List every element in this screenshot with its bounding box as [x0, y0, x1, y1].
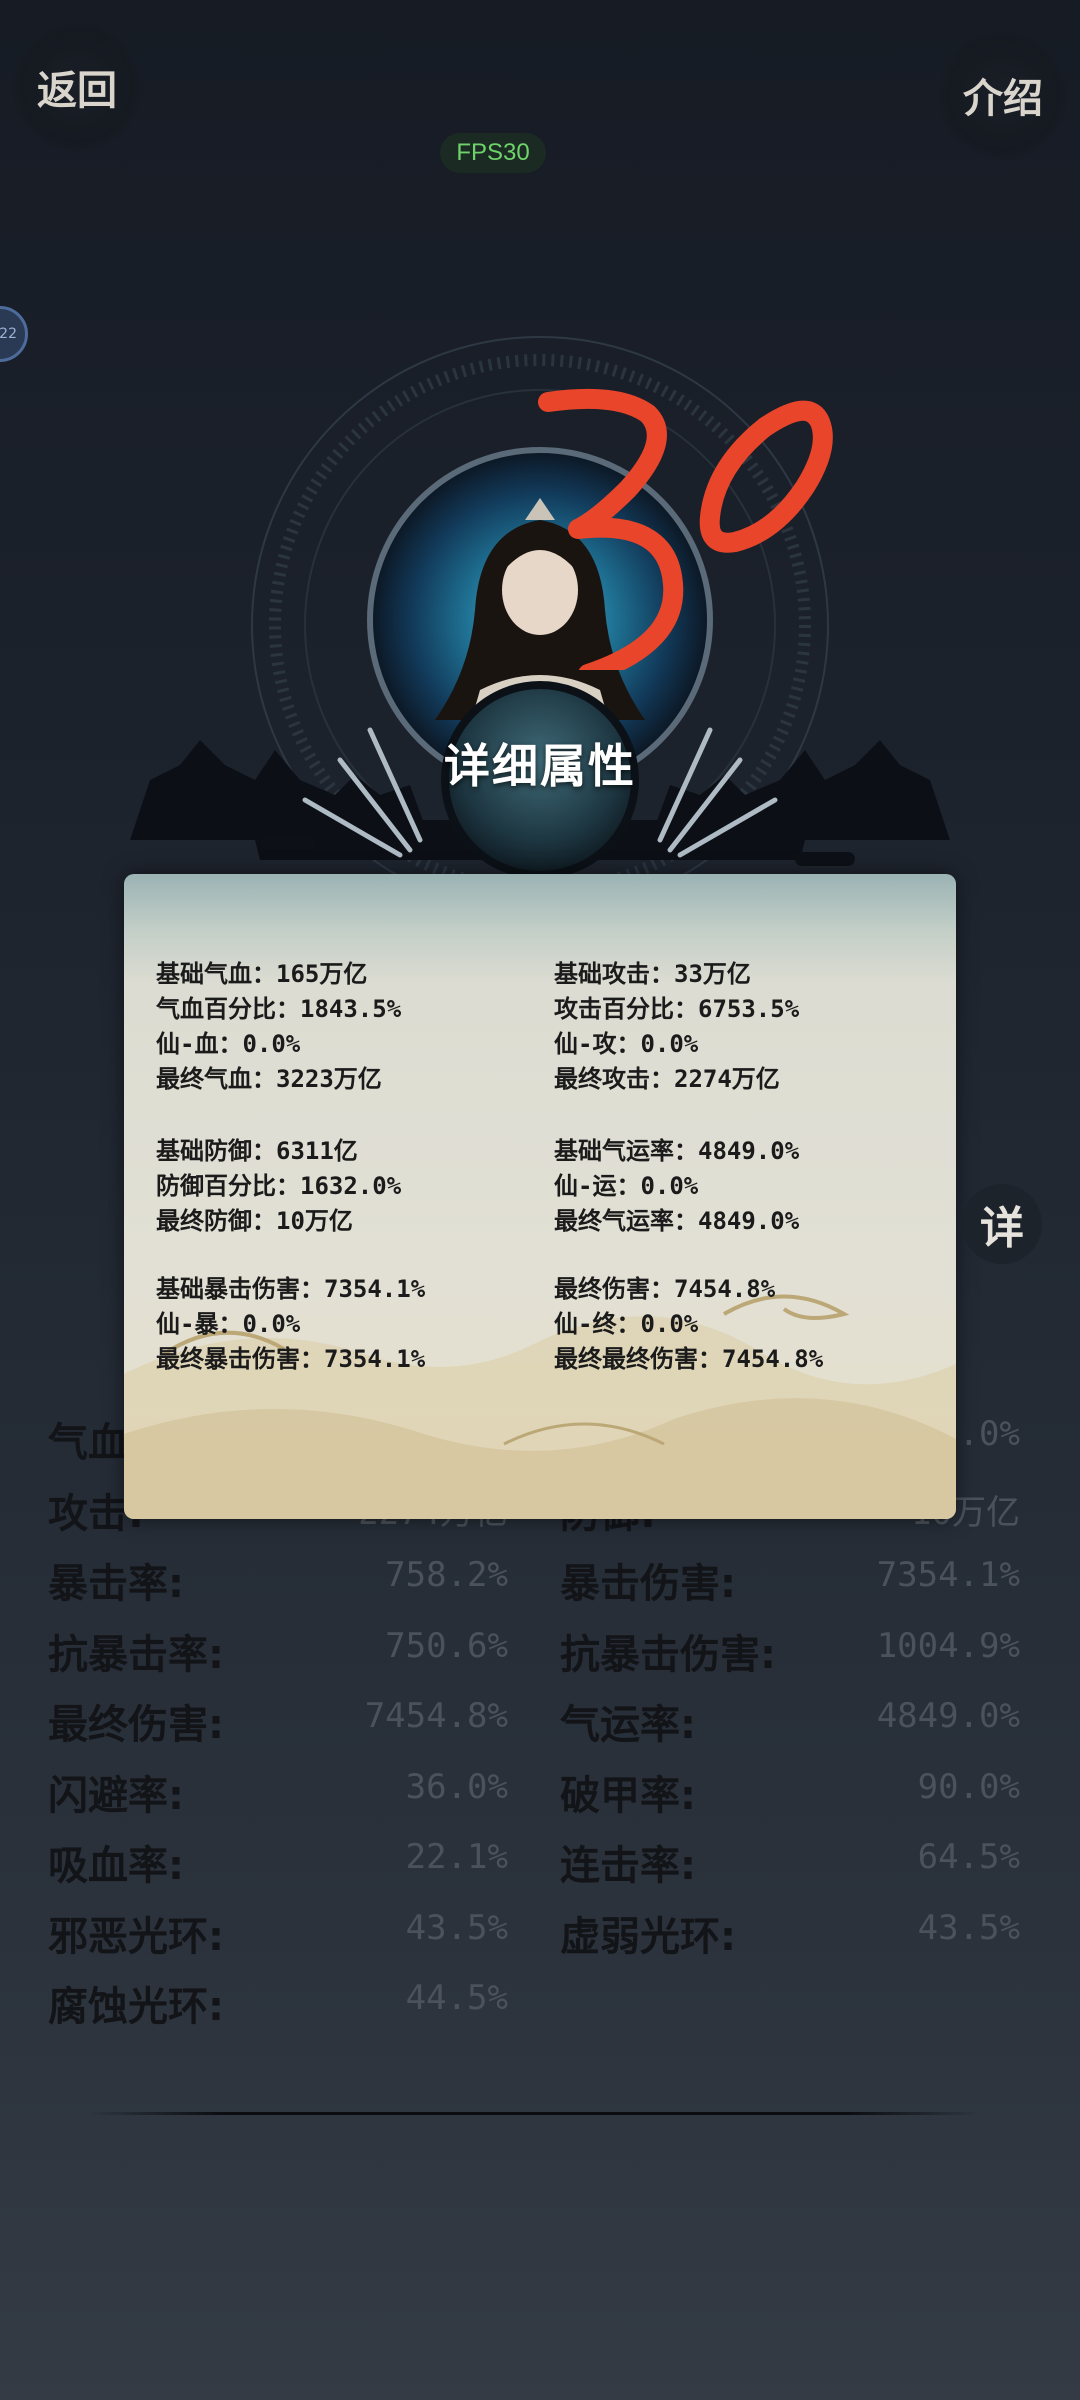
- attribute-row: 抗暴击率: 750.6% 抗暴击伤害: 1004.9%: [48, 1622, 1023, 1682]
- attribute-cell: 连击率: 64.5%: [560, 1833, 1020, 1893]
- attribute-cell: 破甲率: 90.0%: [560, 1763, 1020, 1823]
- attribute-value: 758.2%: [385, 1555, 508, 1595]
- attribute-value: .0%: [958, 1414, 1020, 1454]
- detail-button[interactable]: 详: [962, 1184, 1042, 1264]
- attribute-label: 暴击率:: [48, 1561, 184, 1607]
- attribute-label: 虚弱光环:: [560, 1913, 736, 1960]
- attribute-label: 抗暴击伤害:: [560, 1631, 776, 1678]
- attribute-line: 基础暴击伤害：7354.1%: [156, 1275, 426, 1303]
- attribute-line: 仙-终：0.0%: [554, 1310, 699, 1338]
- attribute-line: 气血百分比：1843.5%: [156, 995, 402, 1023]
- panel-title: 详细属性: [444, 739, 636, 793]
- attribute-label: 连击率:: [560, 1843, 696, 1889]
- handwritten-annotation: [538, 388, 833, 670]
- attribute-row: 邪恶光环: 43.5% 虚弱光环: 43.5%: [48, 1904, 1023, 1964]
- attribute-cell: 腐蚀光环: 44.5%: [48, 1974, 508, 2034]
- attribute-line: 攻击百分比：6753.5%: [554, 995, 800, 1023]
- attribute-label: 气运率:: [560, 1702, 696, 1748]
- attribute-line: 最终最终伤害：7454.8%: [554, 1345, 824, 1373]
- attribute-line: 仙-攻：0.0%: [554, 1030, 699, 1058]
- divider-line: [90, 2112, 980, 2115]
- attribute-value: 1004.9%: [876, 1625, 1020, 1666]
- attribute-value: 43.5%: [405, 1907, 508, 1948]
- attribute-value: 7354.1%: [876, 1555, 1020, 1595]
- attribute-label: 最终伤害:: [48, 1702, 224, 1748]
- attribute-value: 750.6%: [385, 1625, 508, 1666]
- attribute-value: 36.0%: [405, 1766, 508, 1807]
- attribute-cell: 最终伤害: 7454.8%: [48, 1692, 508, 1752]
- attribute-line: 仙-暴：0.0%: [156, 1310, 301, 1338]
- attribute-label: 暴击伤害:: [560, 1561, 736, 1607]
- attribute-label: 破甲率:: [560, 1772, 696, 1819]
- attribute-line: 基础气运率：4849.0%: [554, 1137, 800, 1165]
- attribute-value: 64.5%: [917, 1837, 1020, 1877]
- attribute-line: 基础攻击：33万亿: [554, 960, 751, 988]
- attribute-line: 防御百分比：1632.0%: [156, 1172, 402, 1200]
- attribute-line: 基础气血：165万亿: [156, 960, 368, 988]
- attribute-line: 最终气血：3223万亿: [156, 1065, 382, 1093]
- attribute-value: 90.0%: [917, 1766, 1020, 1807]
- attribute-row: 闪避率: 36.0% 破甲率: 90.0%: [48, 1763, 1023, 1823]
- attribute-cell: 吸血率: 22.1%: [48, 1833, 508, 1893]
- attribute-line: 基础防御：6311亿: [156, 1137, 358, 1165]
- attribute-cell: 暴击率: 758.2%: [48, 1551, 508, 1611]
- attribute-label: 抗暴击率:: [48, 1631, 224, 1678]
- attribute-cell: 暴击伤害: 7354.1%: [560, 1551, 1020, 1611]
- attribute-value: 22.1%: [405, 1837, 508, 1877]
- attribute-cell: 闪避率: 36.0%: [48, 1763, 508, 1823]
- attribute-cell: 邪恶光环: 43.5%: [48, 1904, 508, 1964]
- attribute-value: 7454.8%: [364, 1696, 508, 1736]
- attribute-line: 最终攻击：2274万亿: [554, 1065, 780, 1093]
- attribute-row: 暴击率: 758.2% 暴击伤害: 7354.1%: [48, 1551, 1023, 1611]
- attribute-value: 4849.0%: [876, 1696, 1020, 1736]
- attribute-value: 44.5%: [405, 1978, 508, 2018]
- attribute-line: 最终伤害：7454.8%: [554, 1275, 776, 1303]
- detail-attributes-panel: 基础气血：165万亿气血百分比：1843.5% 仙-血：0.0% 最终气血：3223…: [124, 874, 956, 1519]
- attribute-label: 吸血率:: [48, 1843, 184, 1889]
- attribute-line: 最终防御：10万亿: [156, 1207, 353, 1235]
- attribute-label: 闪避率:: [48, 1772, 184, 1819]
- attribute-cell: 虚弱光环: 43.5%: [560, 1904, 1020, 1964]
- attribute-row: 最终伤害: 7454.8% 气运率: 4849.0%: [48, 1692, 1023, 1752]
- attribute-cell: [560, 1974, 1020, 2034]
- attribute-row: 腐蚀光环: 44.5%: [48, 1974, 1023, 2034]
- attribute-row: 吸血率: 22.1% 连击率: 64.5%: [48, 1833, 1023, 1893]
- attribute-label: 邪恶光环:: [48, 1913, 224, 1960]
- attribute-cell: 气运率: 4849.0%: [560, 1692, 1020, 1752]
- attribute-line: 最终暴击伤害：7354.1%: [156, 1345, 426, 1373]
- attribute-line: 最终气运率：4849.0%: [554, 1207, 800, 1235]
- attribute-line: 仙-血：0.0%: [156, 1030, 301, 1058]
- attribute-cell: 抗暴击伤害: 1004.9%: [560, 1622, 1020, 1682]
- attribute-value: 43.5%: [917, 1907, 1020, 1948]
- attribute-line: 仙-运：0.0%: [554, 1172, 699, 1200]
- attribute-label: 腐蚀光环:: [48, 1984, 224, 2030]
- attribute-cell: 抗暴击率: 750.6%: [48, 1622, 508, 1682]
